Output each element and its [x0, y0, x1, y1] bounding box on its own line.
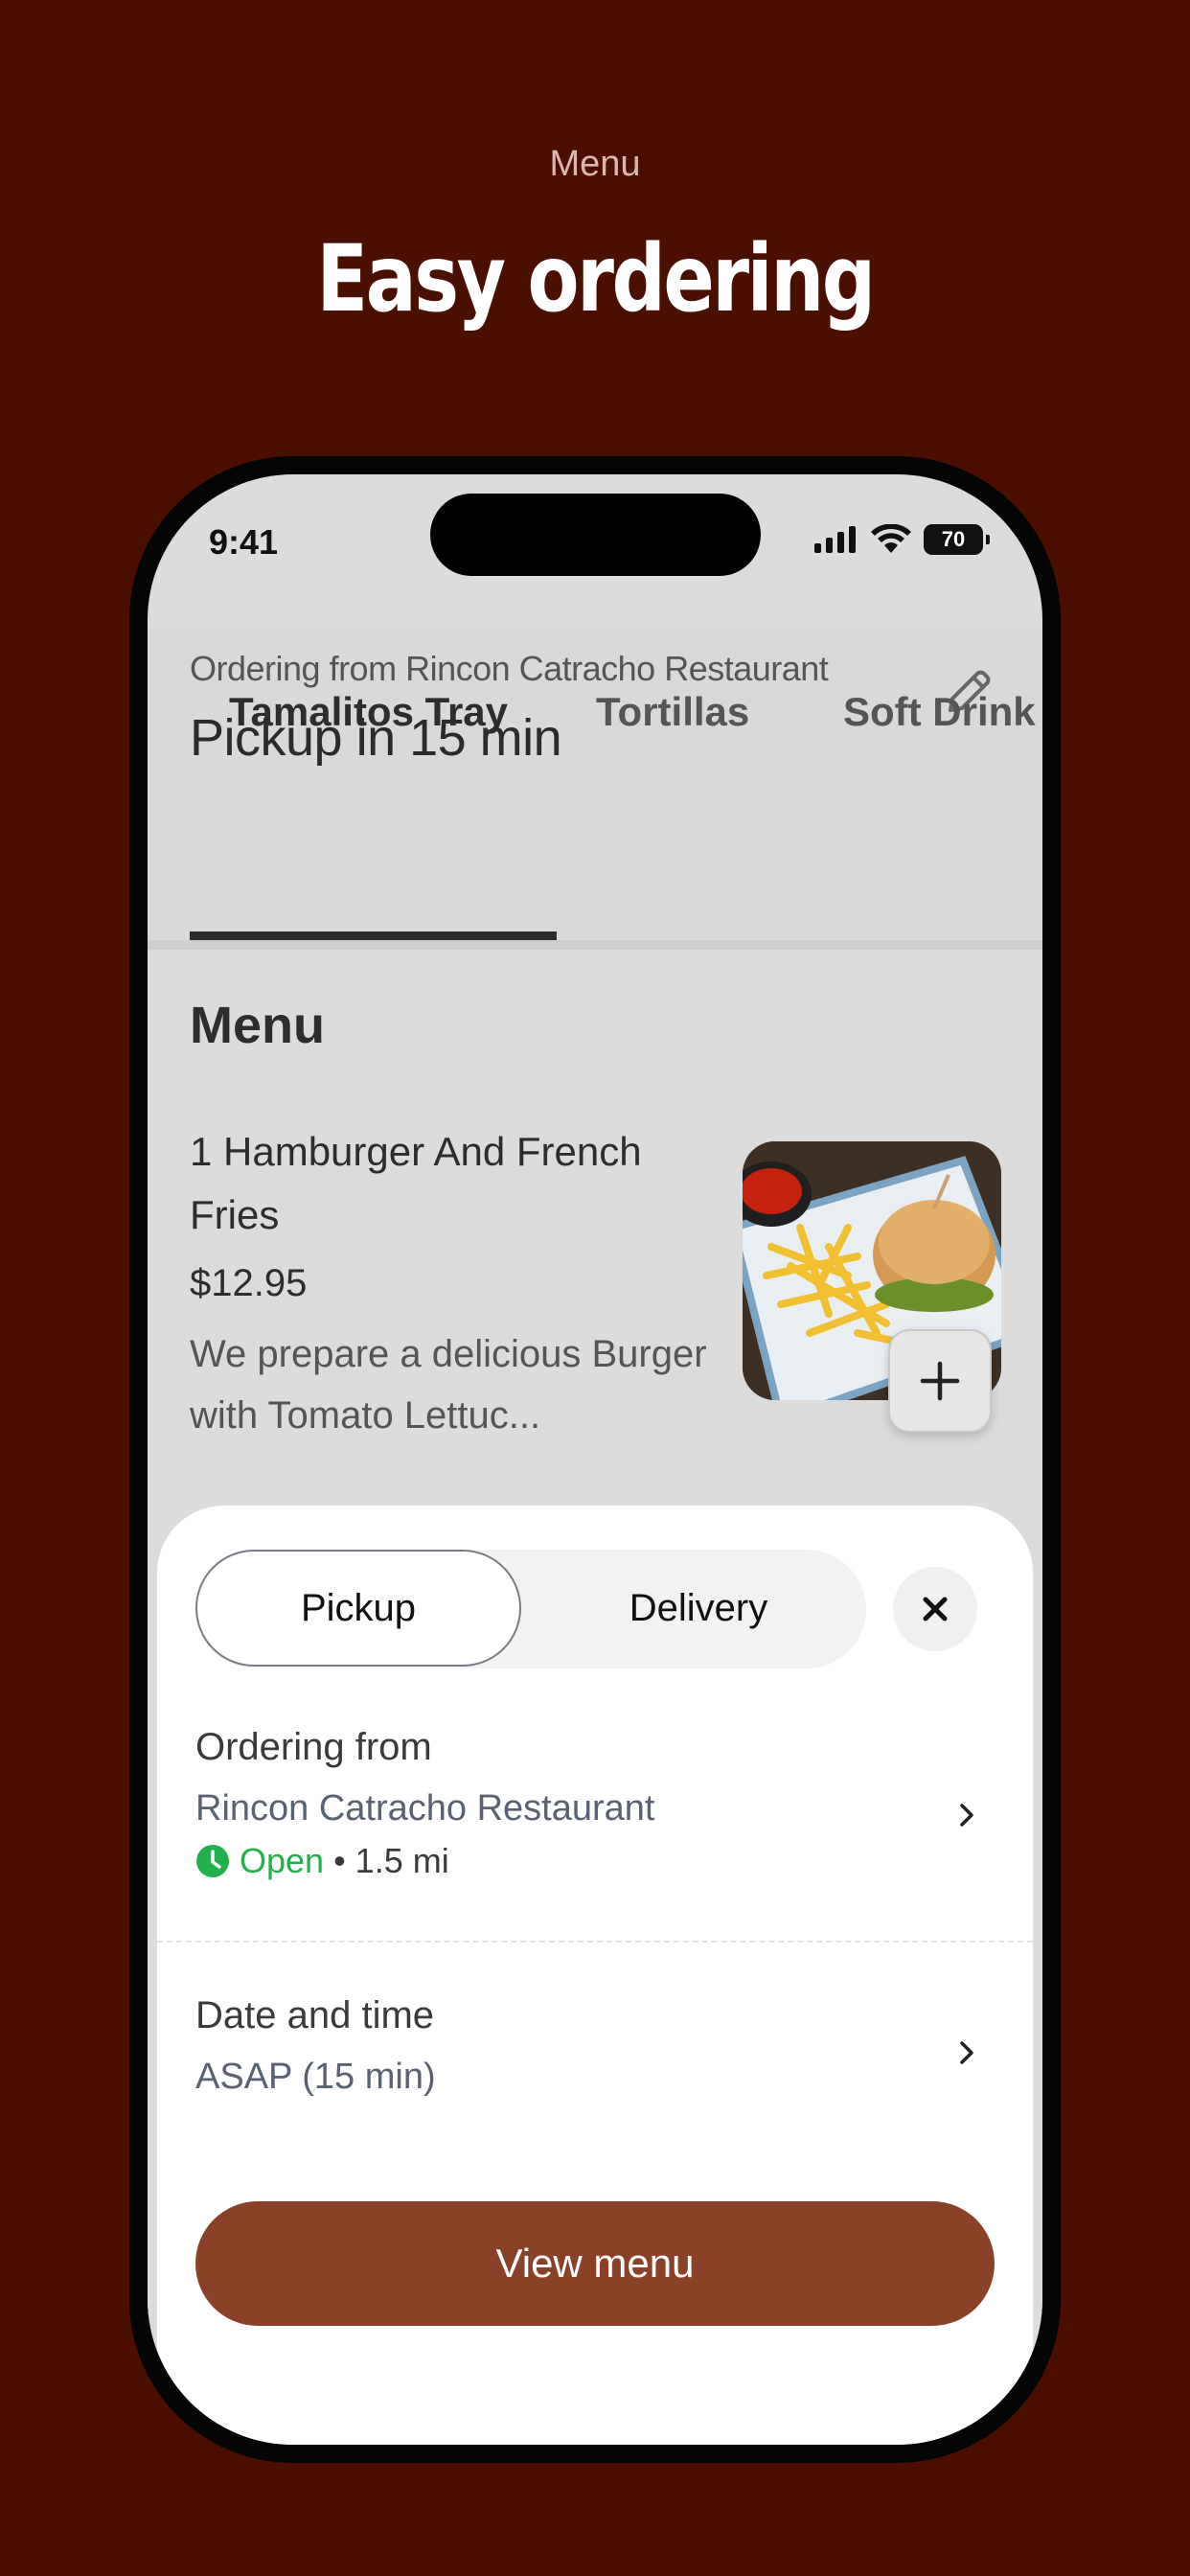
restaurant-status: Open • 1.5 mi — [195, 1841, 449, 1881]
tab-tortillas[interactable]: Tortillas — [596, 689, 749, 735]
chevron-right-icon[interactable] — [954, 1803, 979, 1828]
status-icons: 70 — [812, 524, 990, 555]
marketing-title: Easy ordering — [316, 225, 876, 333]
close-icon — [923, 1597, 948, 1622]
pickup-segment[interactable]: Pickup — [195, 1550, 521, 1667]
order-type-sheet: Pickup Delivery Ordering from Rincon Cat… — [157, 1506, 1033, 2445]
close-button[interactable] — [893, 1567, 977, 1651]
delivery-segment[interactable]: Delivery — [531, 1550, 866, 1667]
order-type-segmented-control: Pickup Delivery — [195, 1550, 866, 1668]
menu-item-price: $12.95 — [190, 1262, 308, 1304]
clock-icon — [196, 1845, 229, 1877]
plus-icon — [920, 1361, 960, 1401]
marketing-label: Menu — [549, 144, 641, 184]
menu-item-name[interactable]: 1 Hamburger And French Fries — [190, 1120, 726, 1247]
date-time-label: Date and time — [195, 1994, 435, 2036]
menu-heading: Menu — [190, 997, 325, 1054]
battery-icon: 70 — [924, 524, 990, 555]
dynamic-island — [430, 494, 761, 576]
date-time-value[interactable]: ASAP (15 min) — [195, 2057, 436, 2098]
category-tabs: Tamalitos Tray Tortillas Soft Drink — [148, 656, 1042, 771]
tabs-divider — [148, 940, 1042, 950]
restaurant-name[interactable]: Rincon Catracho Restaurant — [195, 1788, 654, 1829]
open-status: Open — [240, 1841, 325, 1880]
add-item-button[interactable] — [888, 1329, 992, 1433]
signal-icon — [814, 526, 856, 553]
status-time: 9:41 — [209, 522, 279, 562]
tab-soft-drink[interactable]: Soft Drink — [843, 689, 1036, 735]
distance: • 1.5 mi — [333, 1841, 449, 1880]
phone-frame: 9:41 70 Ordering from Rincon Catracho Re… — [129, 456, 1061, 2463]
menu-item-description: We prepare a delicious Burger with Tomat… — [190, 1333, 707, 1437]
wifi-icon — [871, 524, 911, 553]
view-menu-button[interactable]: View menu — [195, 2201, 995, 2326]
phone-screen: 9:41 70 Ordering from Rincon Catracho Re… — [148, 474, 1042, 2445]
chevron-right-icon[interactable] — [954, 2040, 979, 2065]
tab-tamalitos-tray[interactable]: Tamalitos Tray — [229, 689, 508, 735]
active-tab-indicator — [190, 932, 557, 940]
ordering-from-label: Ordering from — [195, 1726, 432, 1768]
section-divider — [157, 1941, 1033, 1943]
battery-level: 70 — [941, 527, 966, 551]
